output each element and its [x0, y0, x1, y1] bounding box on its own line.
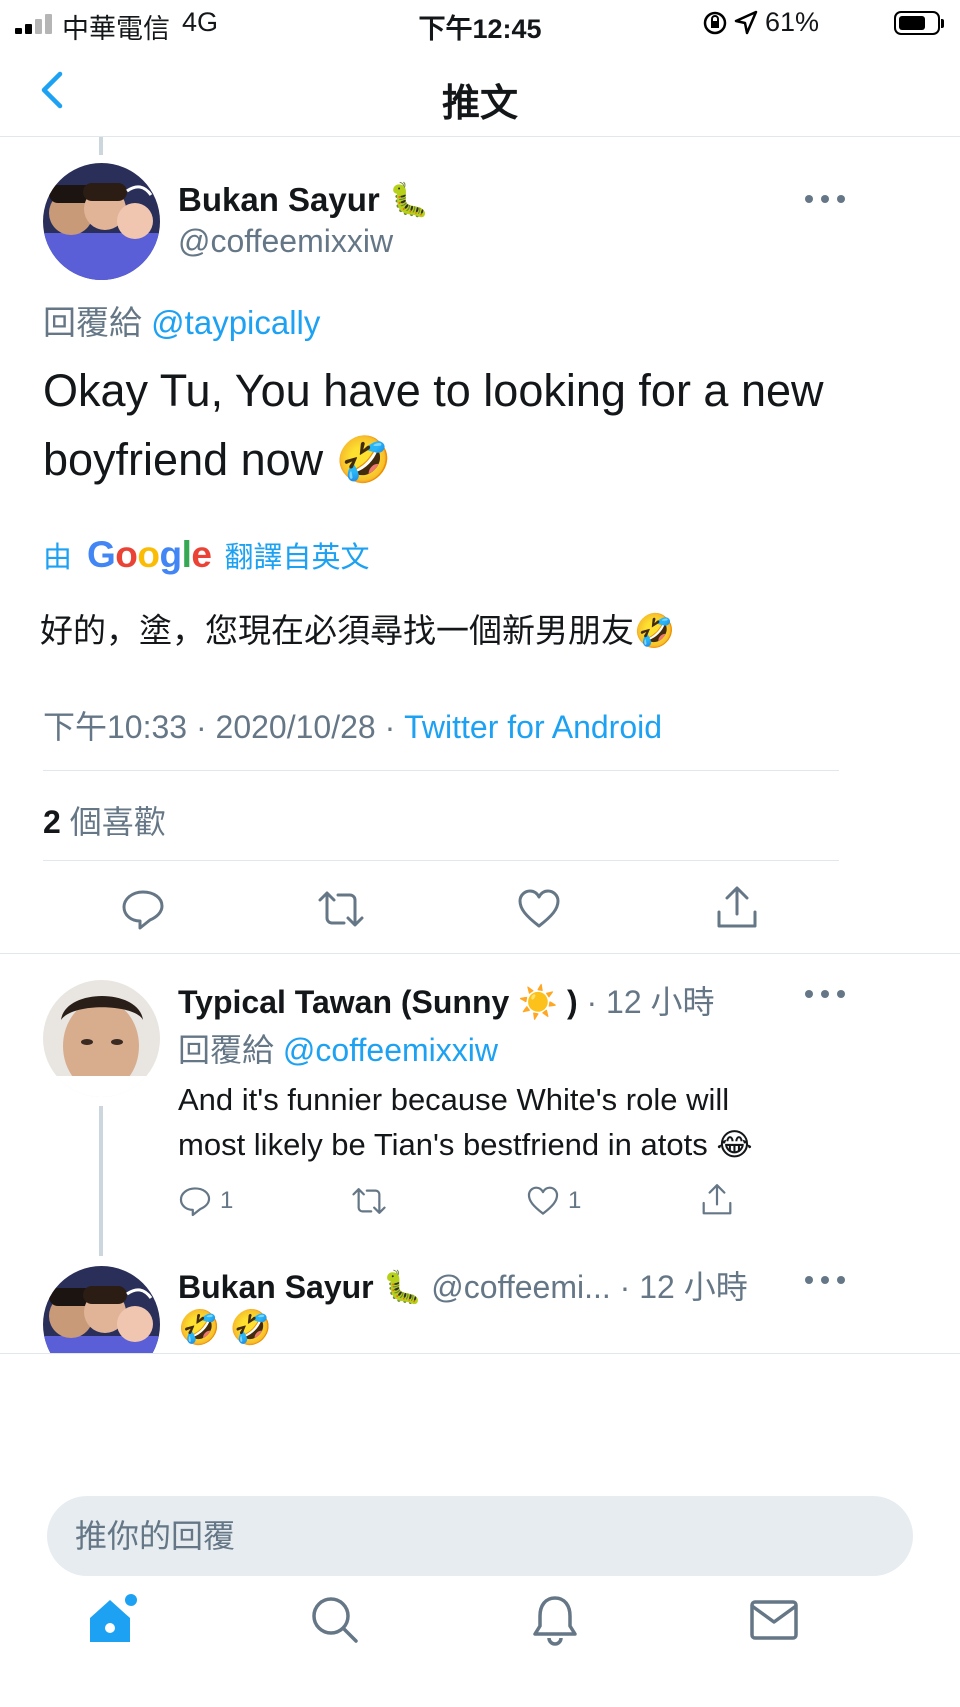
reply-tweet[interactable]: Bukan Sayur 🐛 @coffeemi... · 12 小時 🤣 🤣 [0, 1262, 960, 1353]
tab-notifications[interactable] [527, 1592, 583, 1648]
share-icon [702, 1184, 732, 1215]
reply-time: · 12 小時 [586, 984, 715, 1020]
author-name[interactable]: Bukan Sayur 🐛 [178, 1269, 422, 1305]
search-icon [312, 1597, 358, 1643]
home-icon [90, 1594, 137, 1642]
likes-count[interactable]: 2 個喜歡 [43, 797, 166, 843]
reply-input[interactable]: 推你的回覆 [47, 1496, 913, 1576]
reply-button[interactable]: 1 [178, 1184, 233, 1218]
translated-text: 好的，塗，您現在必須尋找一個新男朋友🤣 [40, 612, 676, 649]
reply-header: Typical Tawan (Sunny ☀️ ) · 12 小時 [178, 977, 715, 1023]
translation-attribution[interactable]: 由 Google 翻譯自英文 [43, 534, 370, 576]
reply-context: 回覆給 @coffeemixxiw [178, 1032, 498, 1068]
reply-icon [122, 890, 164, 930]
share-icon [717, 886, 757, 928]
thread-line [99, 137, 103, 155]
reply-header: Bukan Sayur 🐛 @coffeemi... · 12 小時 [178, 1262, 748, 1308]
tab-home[interactable] [84, 1592, 140, 1648]
caterpillar-emoji: 🐛 [388, 181, 431, 218]
author-handle[interactable]: @coffeemi... [431, 1269, 611, 1305]
notifications-icon [533, 1596, 577, 1646]
tweet-timestamp: 下午10:33 · 2020/10/28 · Twitter for Andro… [43, 709, 663, 745]
share-button[interactable] [714, 884, 760, 932]
avatar-photo [43, 1266, 160, 1353]
avatar-photo [43, 163, 160, 280]
more-options-icon[interactable] [805, 195, 845, 205]
like-count: 1 [568, 1187, 582, 1214]
author-name[interactable]: Bukan Sayur 🐛 [178, 181, 430, 220]
reply-icon [179, 1187, 211, 1217]
page-title: 推文 [441, 83, 518, 125]
reply-button[interactable] [120, 886, 166, 932]
avatar-photo [43, 980, 160, 1097]
reply-count: 1 [220, 1187, 234, 1214]
tears-of-joy-emoji: 😂 [716, 1127, 753, 1162]
signal-icon [15, 14, 55, 34]
reply-context: 回覆給 @taypically [43, 304, 321, 341]
retweet-icon [352, 1188, 386, 1214]
divider [0, 1353, 960, 1354]
tab-messages[interactable] [746, 1592, 802, 1648]
rofl-emoji: 🤣 [634, 612, 676, 649]
reply-to-link[interactable]: @taypically [151, 304, 320, 341]
orientation-lock-icon [702, 10, 728, 43]
header-divider [0, 136, 960, 137]
google-logo: Google [87, 534, 212, 575]
retweet-icon [318, 891, 364, 927]
thread-line [99, 1106, 103, 1256]
reply-time: · 12 小時 [619, 1269, 748, 1305]
tweet-text: Okay Tu, You have to looking for a new b… [43, 365, 824, 485]
status-bar: 中華電信 4G 下午12:45 61% [0, 0, 960, 50]
like-button[interactable]: 1 [526, 1184, 581, 1218]
sun-emoji: ☀️ [518, 984, 559, 1020]
author-handle[interactable]: @coffeemixxiw [178, 223, 393, 260]
avatar[interactable] [43, 163, 160, 280]
location-icon [734, 10, 758, 43]
more-options-icon[interactable] [805, 990, 845, 1000]
tweet-text: 🤣 🤣 [178, 1309, 273, 1347]
divider [43, 860, 839, 861]
source-link[interactable]: Twitter for Android [404, 709, 662, 745]
battery-percent: 61% [765, 7, 820, 37]
avatar[interactable] [43, 980, 160, 1097]
carrier-label: 中華電信 [62, 14, 170, 44]
clock: 下午12:45 [418, 14, 542, 44]
caterpillar-emoji: 🐛 [382, 1269, 423, 1305]
author-name[interactable]: Typical Tawan (Sunny ☀️ ) [178, 984, 578, 1020]
heart-icon [527, 1186, 559, 1215]
like-button[interactable] [516, 886, 562, 932]
tab-search[interactable] [307, 1592, 363, 1648]
divider [43, 770, 839, 771]
tweet-text: And it's funnier because White's role wi… [178, 1082, 753, 1162]
retweet-button[interactable] [350, 1184, 388, 1218]
retweet-button[interactable] [316, 886, 366, 932]
more-options-icon[interactable] [805, 1276, 845, 1286]
avatar[interactable] [43, 1266, 160, 1353]
network-label: 4G [182, 7, 219, 37]
heart-icon [518, 889, 560, 928]
messages-icon [750, 1600, 798, 1640]
rofl-emoji: 🤣 [335, 434, 392, 485]
reply-to-link[interactable]: @coffeemixxiw [283, 1032, 498, 1068]
divider [0, 953, 960, 954]
share-button[interactable] [700, 1182, 734, 1218]
battery-icon [894, 11, 940, 35]
